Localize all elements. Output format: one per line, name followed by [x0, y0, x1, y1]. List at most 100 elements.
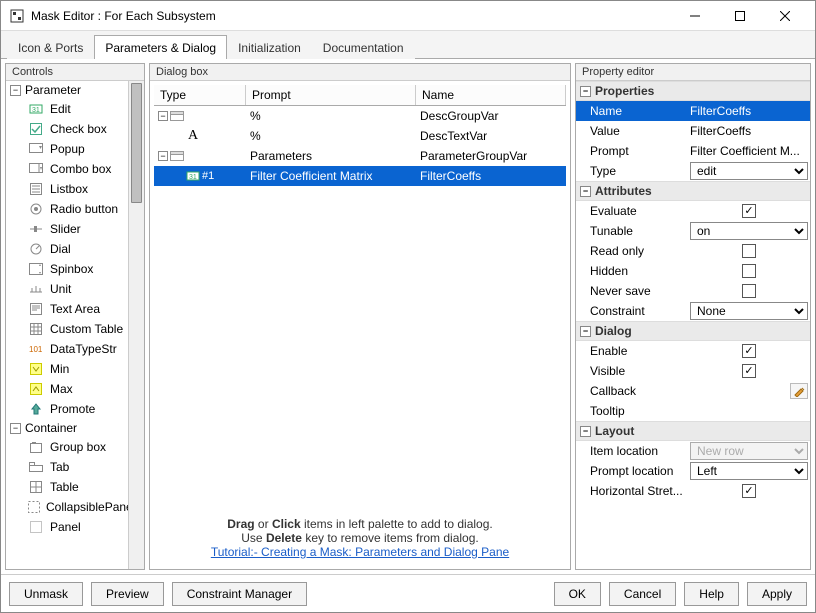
window-title: Mask Editor : For Each Subsystem	[31, 9, 672, 23]
minimize-button[interactable]	[672, 2, 717, 30]
prop-prompt[interactable]: Prompt Filter Coefficient M...	[576, 141, 810, 161]
dialog-tree-row[interactable]: 31#1Filter Coefficient MatrixFilterCoeff…	[154, 166, 566, 186]
palette-item[interactable]: Check box	[6, 119, 128, 139]
attr-tunable-select[interactable]: on	[690, 222, 808, 240]
col-prompt[interactable]: Prompt	[246, 85, 416, 105]
prop-panel-title: Property editor	[576, 64, 810, 81]
dialog-tree-row[interactable]: −ParametersParameterGroupVar	[154, 146, 566, 166]
dialog-tree-row[interactable]: −%DescGroupVar	[154, 106, 566, 126]
tab-documentation[interactable]: Documentation	[312, 35, 415, 59]
section-dialog[interactable]: −Dialog	[576, 321, 810, 341]
popup-icon	[28, 141, 44, 157]
dialog-row-name: ParameterGroupVar	[416, 149, 566, 163]
prop-type-select[interactable]: edit	[690, 162, 808, 180]
svg-text:101: 101	[29, 345, 43, 354]
palette-item[interactable]: Promote	[6, 399, 128, 419]
section-attributes[interactable]: −Attributes	[576, 181, 810, 201]
section-properties[interactable]: −Properties	[576, 81, 810, 101]
constraint-manager-button[interactable]: Constraint Manager	[172, 582, 307, 606]
checkbox-icon[interactable]: ✓	[742, 484, 756, 498]
attr-neversave[interactable]: Never save	[576, 281, 810, 301]
palette-item[interactable]: Listbox	[6, 179, 128, 199]
layout-hstretch[interactable]: Horizontal Stret... ✓	[576, 481, 810, 501]
palette-item[interactable]: Spinbox	[6, 259, 128, 279]
help-button[interactable]: Help	[684, 582, 739, 606]
tutorial-link[interactable]: Tutorial:- Creating a Mask: Parameters a…	[211, 545, 509, 559]
controls-panel-title: Controls	[6, 64, 144, 81]
layout-promptloc[interactable]: Prompt location Left	[576, 461, 810, 481]
palette-item[interactable]: Unit	[6, 279, 128, 299]
palette-item-label: Combo box	[50, 162, 111, 176]
attr-constraint[interactable]: Constraint None	[576, 301, 810, 321]
pencil-icon[interactable]	[790, 383, 808, 399]
palette-item[interactable]: Combo box	[6, 159, 128, 179]
layout-promptloc-select[interactable]: Left	[690, 462, 808, 480]
col-name[interactable]: Name	[416, 85, 566, 105]
palette-item-label: Text Area	[50, 302, 100, 316]
dlg-visible[interactable]: Visible ✓	[576, 361, 810, 381]
controls-list[interactable]: − Parameter 31EditCheck boxPopup Combo bo…	[6, 81, 144, 569]
palette-item[interactable]: Panel	[6, 517, 128, 537]
spin-icon	[28, 261, 44, 277]
palette-item[interactable]: Max	[6, 379, 128, 399]
tab-icon-ports[interactable]: Icon & Ports	[7, 35, 94, 59]
maximize-button[interactable]	[717, 2, 762, 30]
close-button[interactable]	[762, 2, 807, 30]
prop-type[interactable]: Type edit	[576, 161, 810, 181]
expander-icon[interactable]: −	[158, 111, 168, 121]
palette-item[interactable]: 31Edit	[6, 99, 128, 119]
category-parameter[interactable]: − Parameter	[6, 81, 128, 99]
attr-constraint-select[interactable]: None	[690, 302, 808, 320]
preview-button[interactable]: Preview	[91, 582, 164, 606]
palette-item[interactable]: Custom Table	[6, 319, 128, 339]
radio-icon	[28, 201, 44, 217]
section-layout[interactable]: −Layout	[576, 421, 810, 441]
checkbox-icon[interactable]: ✓	[742, 344, 756, 358]
checkbox-icon[interactable]: ✓	[742, 204, 756, 218]
palette-item[interactable]: Dial	[6, 239, 128, 259]
collapse-icon[interactable]: −	[10, 85, 21, 96]
tab-parameters-dialog[interactable]: Parameters & Dialog	[94, 35, 227, 59]
palette-item-label: Tab	[50, 460, 69, 474]
attr-tunable[interactable]: Tunable on	[576, 221, 810, 241]
dlg-tooltip[interactable]: Tooltip	[576, 401, 810, 421]
checkbox-icon[interactable]	[742, 264, 756, 278]
palette-item[interactable]: CollapsiblePane	[6, 497, 128, 517]
collapse-icon[interactable]: −	[10, 423, 21, 434]
palette-item[interactable]: Tab	[6, 457, 128, 477]
category-container[interactable]: − Container	[6, 419, 128, 437]
palette-item[interactable]: Slider	[6, 219, 128, 239]
apply-button[interactable]: Apply	[747, 582, 807, 606]
tab-initialization[interactable]: Initialization	[227, 35, 312, 59]
dlg-enable[interactable]: Enable ✓	[576, 341, 810, 361]
attr-evaluate[interactable]: Evaluate ✓	[576, 201, 810, 221]
palette-item-label: Panel	[50, 520, 81, 534]
palette-item[interactable]: Table	[6, 477, 128, 497]
prop-value[interactable]: Value FilterCoeffs	[576, 121, 810, 141]
cancel-button[interactable]: Cancel	[609, 582, 676, 606]
dialog-tree[interactable]: −%DescGroupVarA%DescTextVar−ParametersPa…	[154, 106, 566, 186]
edit-icon: 31	[186, 170, 200, 182]
palette-item[interactable]: 101 DataTypeStr	[6, 339, 128, 359]
checkbox-icon[interactable]	[742, 244, 756, 258]
dlg-callback[interactable]: Callback	[576, 381, 810, 401]
unmask-button[interactable]: Unmask	[9, 582, 83, 606]
checkbox-icon[interactable]: ✓	[742, 364, 756, 378]
expander-icon[interactable]: −	[158, 151, 168, 161]
attr-hidden[interactable]: Hidden	[576, 261, 810, 281]
layout-itemloc[interactable]: Item location New row	[576, 441, 810, 461]
attr-readonly[interactable]: Read only	[576, 241, 810, 261]
palette-item-label: DataTypeStr	[50, 342, 117, 356]
palette-item[interactable]: Min	[6, 359, 128, 379]
ok-button[interactable]: OK	[554, 582, 601, 606]
dialog-tree-row[interactable]: A%DescTextVar	[154, 126, 566, 146]
palette-item[interactable]: Popup	[6, 139, 128, 159]
prom-icon	[28, 401, 44, 417]
prop-name[interactable]: Name FilterCoeffs	[576, 101, 810, 121]
col-type[interactable]: Type	[154, 85, 246, 105]
palette-item[interactable]: Text Area	[6, 299, 128, 319]
scrollbar[interactable]	[128, 81, 144, 569]
checkbox-icon[interactable]	[742, 284, 756, 298]
palette-item[interactable]: Group box	[6, 437, 128, 457]
palette-item[interactable]: Radio button	[6, 199, 128, 219]
